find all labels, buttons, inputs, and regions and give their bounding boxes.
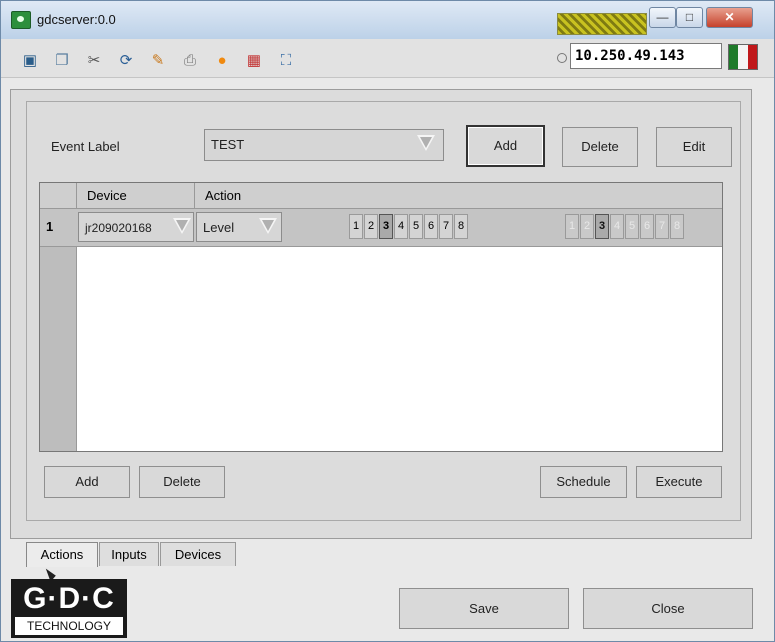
actions-table: Device Action 1 jr209020168 Level 123456… [39, 182, 723, 452]
group-b-level-5[interactable]: 5 [625, 214, 639, 239]
dropdown-arrow-icon[interactable] [259, 218, 277, 238]
action-select[interactable]: Level [196, 212, 282, 242]
windows-icon[interactable]: ❐ [53, 52, 71, 70]
alert-icon[interactable]: ● [213, 52, 231, 70]
minimize-button[interactable]: — [649, 7, 676, 28]
event-select-value: TEST [211, 137, 245, 152]
maximize-button[interactable]: □ [676, 7, 703, 28]
table-header: Device Action [40, 183, 722, 209]
header-action: Action [194, 183, 722, 208]
group-a-level-1[interactable]: 1 [349, 214, 363, 239]
close-button[interactable]: Close [583, 588, 753, 629]
title-bar: gdcserver:0.0 — □ ✕ [1, 1, 774, 39]
event-add-button[interactable]: Add [466, 125, 545, 167]
group-b-level-8[interactable]: 8 [670, 214, 684, 239]
device-select-value: jr209020168 [85, 221, 152, 235]
event-select[interactable]: TEST [204, 129, 444, 161]
network-icon[interactable]: ▦ [245, 52, 263, 70]
execute-button[interactable]: Execute [636, 466, 722, 498]
header-device: Device [76, 183, 194, 208]
group-a-level-2[interactable]: 2 [364, 214, 378, 239]
group-a-level-4[interactable]: 4 [394, 214, 408, 239]
schedule-button[interactable]: Schedule [540, 466, 627, 498]
tab-actions[interactable]: Actions [26, 542, 98, 567]
group-b-level-4[interactable]: 4 [610, 214, 624, 239]
group-b-level-3[interactable]: 3 [595, 214, 609, 239]
group-b-level-6[interactable]: 6 [640, 214, 654, 239]
logo-sub-text: TECHNOLOGY [15, 617, 123, 635]
tab-inputs[interactable]: Inputs [99, 542, 159, 566]
dropdown-arrow-icon[interactable] [173, 218, 191, 238]
event-edit-button[interactable]: Edit [656, 127, 732, 167]
refresh-icon[interactable]: ⟳ [117, 52, 135, 70]
group-b-level-7[interactable]: 7 [655, 214, 669, 239]
action-select-value: Level [203, 220, 235, 235]
save-button[interactable]: Save [399, 588, 569, 629]
close-window-button[interactable]: ✕ [706, 7, 753, 28]
app-window: gdcserver:0.0 — □ ✕ ▣ ❐ ✂ ⟳ ✎ ⎙ ● ▦ ⛶ 10… [0, 0, 775, 642]
app-icon [11, 11, 31, 29]
level-buttons-a: 12345678 [349, 214, 469, 239]
tab-devices[interactable]: Devices [160, 542, 236, 566]
fullscreen-icon[interactable]: ⛶ [277, 52, 295, 70]
group-a-level-5[interactable]: 5 [409, 214, 423, 239]
tools-icon[interactable]: ✂ [85, 52, 103, 70]
delete-button[interactable]: Delete [139, 466, 225, 498]
group-a-level-7[interactable]: 7 [439, 214, 453, 239]
flag-icon [728, 44, 758, 70]
printer-icon[interactable]: ⎙ [181, 52, 199, 70]
ip-address-field[interactable]: 10.250.49.143 [570, 43, 722, 69]
group-b-level-1[interactable]: 1 [565, 214, 579, 239]
row-number: 1 [46, 219, 54, 234]
titlebar-pattern [557, 13, 647, 35]
window-title: gdcserver:0.0 [37, 12, 116, 27]
group-a-level-8[interactable]: 8 [454, 214, 468, 239]
status-dot-icon [557, 53, 567, 63]
device-select[interactable]: jr209020168 [78, 212, 194, 242]
group-a-level-3[interactable]: 3 [379, 214, 393, 239]
event-delete-button[interactable]: Delete [562, 127, 638, 167]
monitor-icon[interactable]: ▣ [21, 52, 39, 70]
gdc-logo: G·D·C TECHNOLOGY [11, 579, 127, 638]
color-icon[interactable]: ✎ [149, 52, 167, 70]
group-b-level-2[interactable]: 2 [580, 214, 594, 239]
event-label: Event Label [51, 139, 120, 154]
group-a-level-6[interactable]: 6 [424, 214, 438, 239]
logo-main-text: G·D·C [23, 582, 115, 615]
level-buttons-b: 12345678 [565, 214, 685, 239]
dropdown-arrow-icon[interactable] [417, 135, 435, 155]
table-row[interactable]: 1 jr209020168 Level 12345678 12345678 [40, 209, 722, 247]
add-button[interactable]: Add [44, 466, 130, 498]
